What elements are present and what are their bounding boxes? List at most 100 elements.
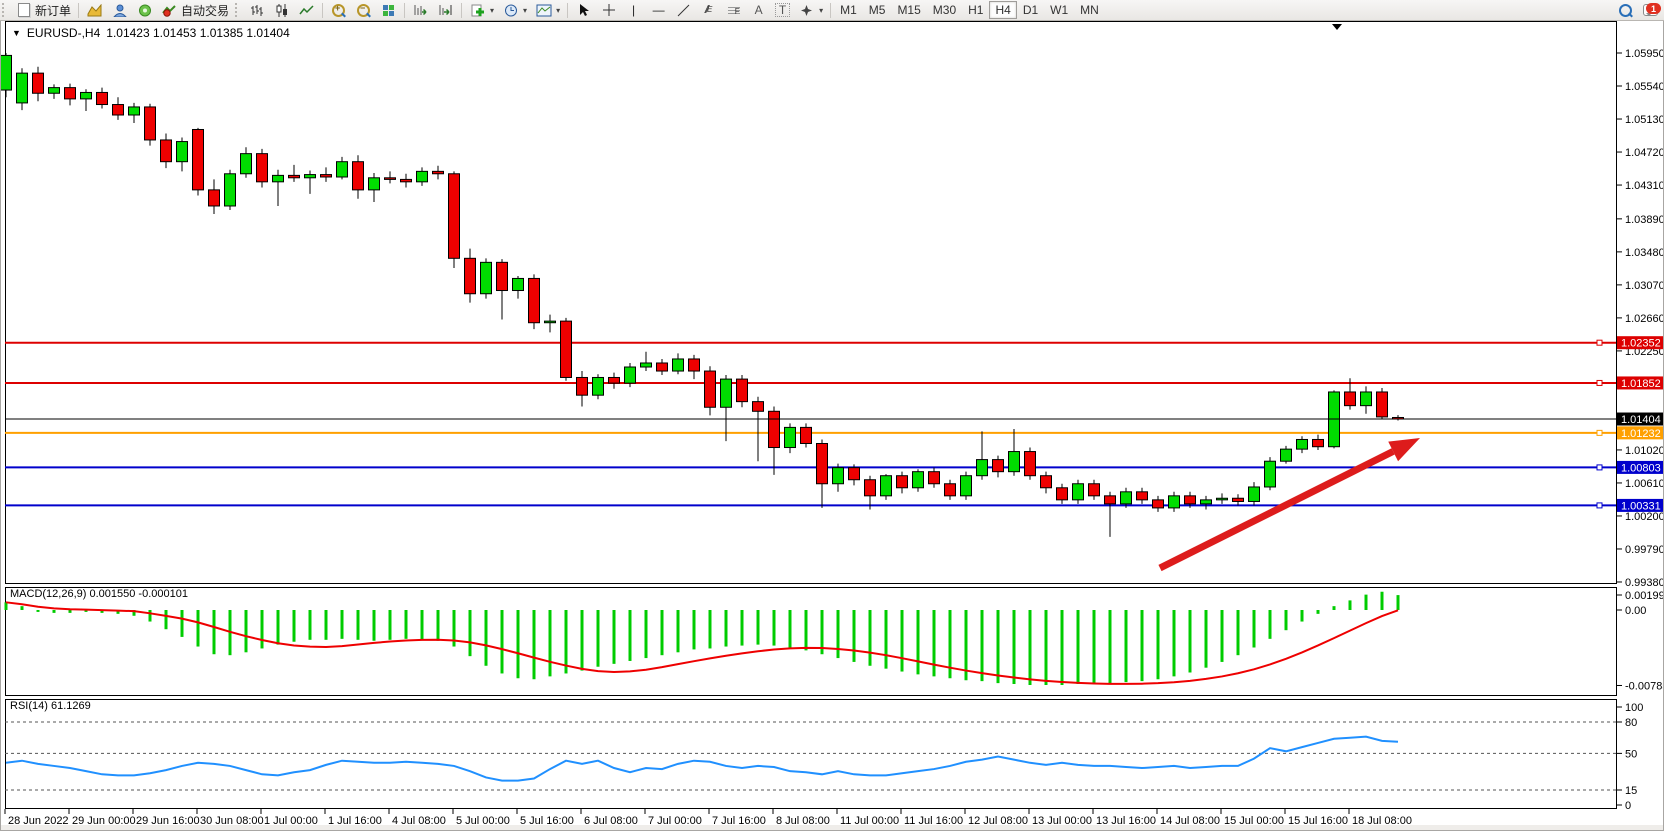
- price-axis-label: 0.99380: [1625, 577, 1664, 589]
- vertical-line-icon: |: [625, 3, 642, 18]
- line-handle[interactable]: [1597, 503, 1602, 508]
- notifications-button[interactable]: 1: [1638, 1, 1664, 19]
- equidistant-channel-tool-button[interactable]: //E: [696, 1, 721, 19]
- autotrading-button[interactable]: 自动交易: [157, 1, 233, 19]
- window-bottom-strip: [1, 825, 1663, 830]
- chart-quotes: 1.01423 1.01453 1.01385 1.01404: [106, 26, 290, 40]
- profile-button[interactable]: [107, 1, 132, 19]
- candlestick: [1265, 457, 1276, 490]
- horizontal-line-icon: —: [650, 3, 667, 18]
- timeframe-mn-button[interactable]: MN: [1074, 1, 1105, 19]
- arrows-tool-button[interactable]: ▾: [794, 1, 827, 19]
- line-handle[interactable]: [1597, 465, 1602, 470]
- zoom-out-button[interactable]: −: [351, 1, 376, 19]
- candlestick-chart-button[interactable]: [269, 1, 294, 19]
- autoscroll-button[interactable]: [408, 1, 433, 19]
- price-tag-label: 1.02352: [1621, 338, 1661, 350]
- line-handle[interactable]: [1597, 340, 1602, 345]
- collapse-icon[interactable]: ▼: [12, 28, 21, 38]
- candlestick: [449, 171, 460, 268]
- toolbar-separator: [461, 3, 462, 18]
- line-handle[interactable]: [1597, 430, 1602, 435]
- templates-icon: [535, 3, 552, 18]
- horizontal-line-tool-button[interactable]: —: [646, 1, 671, 19]
- candlestick: [529, 274, 540, 329]
- timeframe-m15-button[interactable]: M15: [891, 1, 926, 19]
- crosshair-tool-button[interactable]: [596, 1, 621, 19]
- fibonacci-icon: F: [725, 3, 742, 18]
- price-tag-label: 1.00803: [1621, 462, 1661, 474]
- trendline-tool-button[interactable]: [671, 1, 696, 19]
- cursor-tool-button[interactable]: [571, 1, 596, 19]
- tile-windows-button[interactable]: [376, 1, 401, 19]
- line-handle[interactable]: [1597, 380, 1602, 385]
- candlestick: [193, 128, 204, 196]
- timeframe-m30-button[interactable]: M30: [927, 1, 962, 19]
- sound-button[interactable]: [132, 1, 157, 19]
- periods-button[interactable]: ▾: [498, 1, 531, 19]
- indicators-button[interactable]: ▾: [465, 1, 498, 19]
- new-order-label: 新订单: [35, 2, 71, 19]
- toolbar-grip[interactable]: [2, 3, 9, 17]
- candlestick: [561, 318, 572, 381]
- timeframe-w1-button[interactable]: W1: [1044, 1, 1074, 19]
- timeframe-m1-button[interactable]: M1: [834, 1, 863, 19]
- chevron-down-icon: ▾: [523, 6, 527, 15]
- chevron-down-icon: ▾: [490, 6, 494, 15]
- chart-symbol-period: EURUSD-,H4: [27, 26, 100, 40]
- zoom-in-button[interactable]: +: [326, 1, 351, 19]
- chart-window: 1.059501.055401.051301.047201.043101.038…: [0, 20, 1664, 831]
- timeframe-d1-button[interactable]: D1: [1017, 1, 1044, 19]
- sound-icon: [136, 3, 153, 18]
- rsi-axis-label: 0: [1625, 800, 1631, 812]
- search-button[interactable]: [1613, 1, 1638, 19]
- macd-axis-label: 0.001998: [1625, 590, 1664, 602]
- chart-title: ▼ EURUSD-,H4 1.01423 1.01453 1.01385 1.0…: [12, 26, 290, 40]
- charts-button[interactable]: [82, 1, 107, 19]
- price-axis-label: 1.00200: [1625, 511, 1664, 523]
- price-axis-label: 1.05130: [1625, 114, 1664, 126]
- line-chart-button[interactable]: [294, 1, 319, 19]
- fibonacci-tool-button[interactable]: F: [721, 1, 746, 19]
- candlestick: [961, 472, 972, 500]
- price-tag-label: 1.01852: [1621, 378, 1661, 390]
- text-tool-button[interactable]: A: [746, 1, 771, 19]
- notification-badge: 1: [1646, 3, 1661, 14]
- price-chart[interactable]: 1.059501.055401.051301.047201.043101.038…: [0, 20, 1664, 831]
- macd-indicator-label: MACD(12,26,9) 0.001550 -0.000101: [10, 588, 188, 600]
- indicators-icon: [469, 3, 486, 18]
- price-tag-label: 1.00331: [1621, 500, 1661, 512]
- line-chart-icon: [298, 3, 315, 18]
- profile-icon: [111, 3, 128, 18]
- new-order-button[interactable]: 新订单: [11, 1, 75, 19]
- price-axis-label: 1.03480: [1625, 247, 1664, 259]
- candlestick: [1377, 388, 1388, 419]
- periods-icon: [502, 3, 519, 18]
- main-toolbar: 新订单 自动交易 +: [0, 0, 1664, 21]
- price-axis-label: 1.03890: [1625, 214, 1664, 226]
- vertical-line-tool-button[interactable]: |: [621, 1, 646, 19]
- timeframe-h4-button[interactable]: H4: [989, 1, 1016, 19]
- text-label-tool-button[interactable]: T: [771, 1, 794, 19]
- candlestick: [145, 104, 156, 146]
- price-axis-label: 1.04720: [1625, 147, 1664, 159]
- tile-windows-icon: [380, 3, 397, 18]
- toolbar-separator: [78, 3, 79, 18]
- price-axis-label: 1.00610: [1625, 478, 1664, 490]
- autotrading-icon: [161, 3, 178, 18]
- rsi-indicator-label: RSI(14) 61.1269: [10, 700, 91, 712]
- candlestick: [881, 474, 892, 500]
- timeframe-m5-button[interactable]: M5: [863, 1, 892, 19]
- toolbar-grip[interactable]: [235, 3, 242, 17]
- bar-chart-button[interactable]: [244, 1, 269, 19]
- chart-shift-button[interactable]: [433, 1, 458, 19]
- timeframe-h1-button[interactable]: H1: [962, 1, 989, 19]
- autoscroll-icon: [412, 3, 429, 18]
- zoom-in-icon: +: [330, 3, 347, 18]
- trendline-icon: [675, 3, 692, 18]
- equidistant-channel-icon: //E: [700, 3, 717, 18]
- candlestick: [1073, 480, 1084, 504]
- macd-axis-label: 0.00: [1625, 605, 1646, 617]
- rsi-axis-label: 15: [1625, 785, 1637, 797]
- templates-button[interactable]: ▾: [531, 1, 564, 19]
